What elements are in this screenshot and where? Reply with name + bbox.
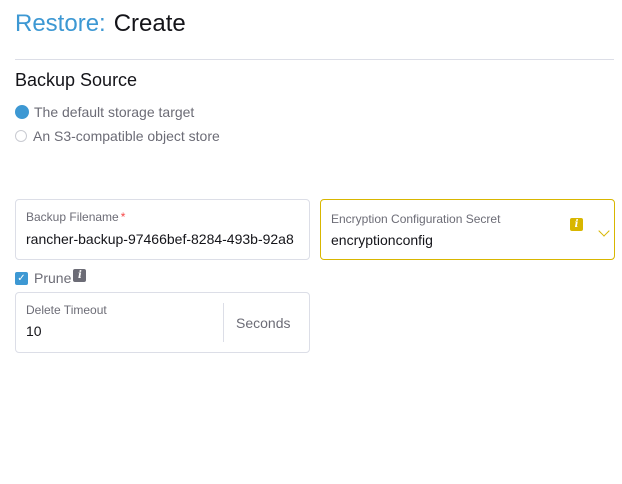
breadcrumb-restore[interactable]: Restore: — [15, 10, 106, 38]
encryption-secret-label: Encryption Configuration Secret — [331, 212, 501, 226]
restore-create-page: Restore: Create Backup Source The defaul… — [0, 0, 622, 484]
prune-checkbox-row[interactable]: ✓ Prune i — [15, 268, 87, 286]
radio-label: The default storage target — [34, 104, 195, 120]
page-title: Create — [113, 10, 186, 37]
delete-timeout-suffix: Seconds — [236, 315, 291, 331]
encryption-secret-value: encryptionconfig — [331, 232, 433, 248]
radio-checked-icon[interactable] — [15, 105, 29, 119]
radio-unchecked-icon[interactable] — [15, 130, 27, 142]
required-asterisk: * — [120, 210, 126, 224]
backup-filename-field[interactable]: Backup Filename * rancher-backup-97466bef… — [15, 199, 310, 260]
delete-timeout-field[interactable]: Delete Timeout 10 Seconds — [15, 292, 310, 353]
checkbox-checked-icon[interactable]: ✓ — [15, 271, 28, 285]
backup-filename-label: Backup Filename * — [26, 210, 126, 224]
chevron-down-icon[interactable] — [598, 225, 610, 237]
backup-filename-input[interactable]: rancher-backup-97466bef-8284-493b-92a8 — [26, 231, 302, 247]
delete-timeout-input[interactable]: 10 — [26, 323, 42, 339]
page-header: Restore: Create — [15, 10, 186, 44]
suffix-divider — [223, 303, 224, 342]
info-icon[interactable]: i — [73, 268, 87, 282]
radio-s3-object-store[interactable]: An S3-compatible object store — [15, 128, 220, 144]
prune-label: Prune — [34, 270, 72, 286]
header-divider — [15, 59, 614, 60]
radio-label: An S3-compatible object store — [33, 128, 220, 144]
delete-timeout-label: Delete Timeout — [26, 303, 107, 317]
backup-source-heading: Backup Source — [15, 70, 138, 90]
radio-default-storage-target[interactable]: The default storage target — [15, 104, 194, 120]
warning-info-icon[interactable]: i — [570, 218, 583, 231]
encryption-secret-select[interactable]: Encryption Configuration Secret encrypti… — [320, 199, 615, 260]
